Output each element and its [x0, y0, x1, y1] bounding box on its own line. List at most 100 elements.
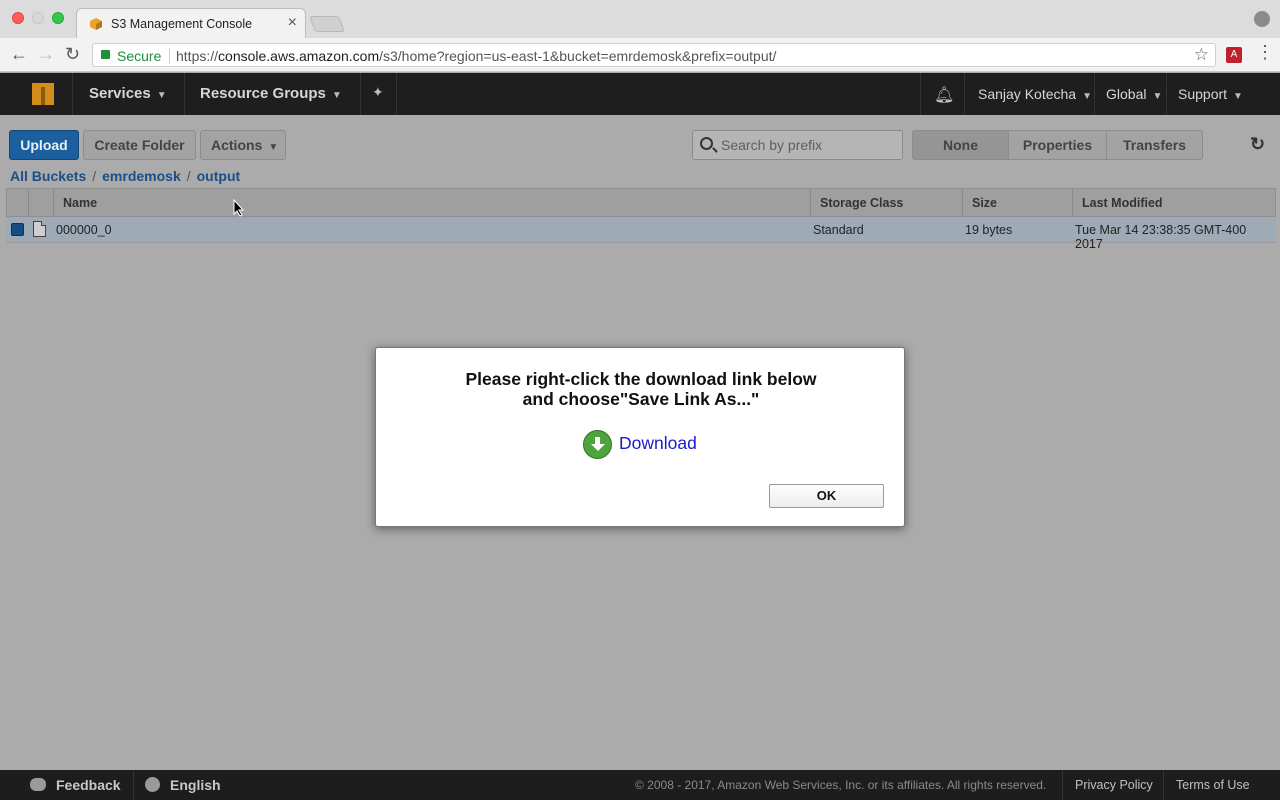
- secure-label: Secure: [117, 48, 162, 64]
- cell-name[interactable]: 000000_0: [56, 223, 112, 237]
- download-dialog: Please right-click the download link bel…: [375, 347, 905, 527]
- bookmark-star-icon[interactable]: ☆: [1194, 45, 1209, 65]
- browser-toolbar: ← → ↻ Secure https://console.aws.amazon.…: [0, 38, 1280, 72]
- search-input[interactable]: [721, 136, 896, 154]
- nav-divider: [964, 73, 965, 115]
- speech-bubble-icon: [30, 778, 46, 791]
- nav-divider: [920, 73, 921, 115]
- nav-divider: [360, 73, 361, 115]
- resource-groups-menu[interactable]: Resource Groups ▼: [200, 85, 342, 102]
- table-header: Name Storage Class Size Last Modified: [6, 188, 1276, 217]
- actions-label: Actions: [211, 137, 263, 153]
- breadcrumb-bucket[interactable]: emrdemosk: [102, 168, 181, 184]
- column-last-modified[interactable]: Last Modified: [1082, 196, 1163, 210]
- breadcrumb-all-buckets[interactable]: All Buckets: [10, 168, 86, 184]
- objects-table: Name Storage Class Size Last Modified 00…: [6, 188, 1276, 251]
- chevron-down-icon: ▼: [156, 90, 167, 101]
- ok-button[interactable]: OK: [769, 484, 884, 508]
- download-arrow-icon[interactable]: [583, 430, 612, 459]
- column-divider: [962, 189, 963, 217]
- breadcrumb-separator: /: [92, 168, 97, 184]
- chevron-down-icon: ▼: [1152, 91, 1163, 102]
- chevron-down-icon: ▼: [331, 90, 342, 101]
- breadcrumb: All Buckets / emrdemosk / output: [10, 168, 240, 184]
- aws-cube-icon: [90, 18, 102, 30]
- services-label: Services: [89, 85, 151, 102]
- download-link[interactable]: Download: [619, 433, 697, 454]
- chevron-down-icon: ▼: [1082, 91, 1092, 102]
- column-name[interactable]: Name: [63, 196, 97, 210]
- footer-divider: [1163, 770, 1164, 800]
- dialog-message: Please right-click the download link bel…: [376, 369, 906, 409]
- bell-icon[interactable]: 🔔︎: [934, 85, 954, 105]
- support-menu[interactable]: Support ▼: [1178, 86, 1243, 102]
- new-tab-button[interactable]: [309, 16, 345, 32]
- chevron-down-icon: ▼: [1233, 91, 1243, 102]
- window-zoom-button[interactable]: [52, 12, 64, 24]
- view-transfers-button[interactable]: Transfers: [1106, 130, 1203, 160]
- cell-last-modified: Tue Mar 14 23:38:35 GMT-400 2017: [1075, 223, 1247, 251]
- pdf-extension-icon[interactable]: A: [1226, 47, 1242, 63]
- support-label: Support: [1178, 86, 1228, 102]
- forward-icon[interactable]: →: [37, 44, 55, 65]
- privacy-policy-link[interactable]: Privacy Policy: [1075, 778, 1153, 792]
- row-checkbox[interactable]: [11, 223, 24, 236]
- column-storage-class[interactable]: Storage Class: [820, 196, 903, 210]
- search-icon: [700, 137, 713, 150]
- footer-divider: [1062, 770, 1063, 800]
- user-menu[interactable]: Sanjay Kotecha ▼: [978, 86, 1092, 102]
- nav-divider: [396, 73, 397, 115]
- feedback-link[interactable]: Feedback: [56, 777, 121, 793]
- profile-icon[interactable]: [1254, 11, 1270, 27]
- browser-titlebar: S3 Management Console ×: [0, 0, 1280, 38]
- url-text[interactable]: https://console.aws.amazon.com/s3/home?r…: [176, 48, 776, 64]
- window-minimize-button[interactable]: [32, 12, 44, 24]
- url-host: console.aws.amazon.com: [218, 48, 380, 64]
- tab-close-icon[interactable]: ×: [288, 14, 297, 32]
- cell-size: 19 bytes: [965, 223, 1013, 237]
- nav-divider: [1094, 73, 1095, 115]
- table-row[interactable]: 000000_0 Standard 19 bytes Tue Mar 14 23…: [6, 217, 1276, 251]
- chevron-down-icon: ▼: [268, 142, 279, 153]
- breadcrumb-separator: /: [186, 168, 191, 184]
- aws-logo-icon[interactable]: [32, 83, 54, 105]
- region-menu[interactable]: Global ▼: [1106, 86, 1162, 102]
- view-properties-button[interactable]: Properties: [1008, 130, 1107, 160]
- services-menu[interactable]: Services ▼: [89, 85, 167, 102]
- footer-divider: [133, 770, 134, 800]
- search-box[interactable]: [692, 130, 903, 160]
- browser-tab[interactable]: S3 Management Console ×: [76, 8, 306, 38]
- cell-storage-class: Standard: [813, 223, 864, 237]
- omnibox-separator: [169, 48, 170, 64]
- url-scheme: https://: [176, 48, 219, 64]
- lock-icon: [101, 50, 110, 59]
- globe-icon: [145, 777, 160, 792]
- actions-button[interactable]: Actions ▼: [200, 130, 286, 160]
- column-divider: [1072, 189, 1073, 217]
- dialog-message-line2: and choose"Save Link As...": [522, 389, 760, 409]
- upload-button[interactable]: Upload: [9, 130, 79, 160]
- language-selector[interactable]: English: [170, 777, 221, 793]
- breadcrumb-folder[interactable]: output: [197, 168, 241, 184]
- nav-divider: [1166, 73, 1167, 115]
- window-close-button[interactable]: [12, 12, 24, 24]
- back-icon[interactable]: ←: [10, 44, 28, 65]
- create-folder-button[interactable]: Create Folder: [83, 130, 196, 160]
- view-none-button[interactable]: None: [912, 130, 1009, 160]
- region-label: Global: [1106, 86, 1147, 102]
- user-label: Sanjay Kotecha: [978, 86, 1077, 102]
- tab-title: S3 Management Console: [111, 17, 253, 31]
- terms-of-use-link[interactable]: Terms of Use: [1176, 778, 1250, 792]
- column-divider: [810, 189, 811, 217]
- pin-icon[interactable]: ✦: [372, 84, 384, 101]
- aws-navbar: Services ▼ Resource Groups ▼ ✦ 🔔︎ Sanjay K…: [0, 73, 1280, 115]
- dialog-message-line1: Please right-click the download link bel…: [465, 369, 817, 389]
- address-bar[interactable]: Secure https://console.aws.amazon.com/s3…: [92, 43, 1216, 67]
- refresh-icon[interactable]: ↻: [1250, 134, 1265, 155]
- resource-groups-label: Resource Groups: [200, 85, 326, 102]
- url-path: /s3/home?region=us-east-1&bucket=emrdemo…: [379, 48, 777, 64]
- browser-menu-icon[interactable]: ⋮: [1256, 42, 1274, 63]
- column-size[interactable]: Size: [972, 196, 997, 210]
- column-divider: [28, 189, 29, 217]
- reload-icon[interactable]: ↻: [65, 44, 80, 65]
